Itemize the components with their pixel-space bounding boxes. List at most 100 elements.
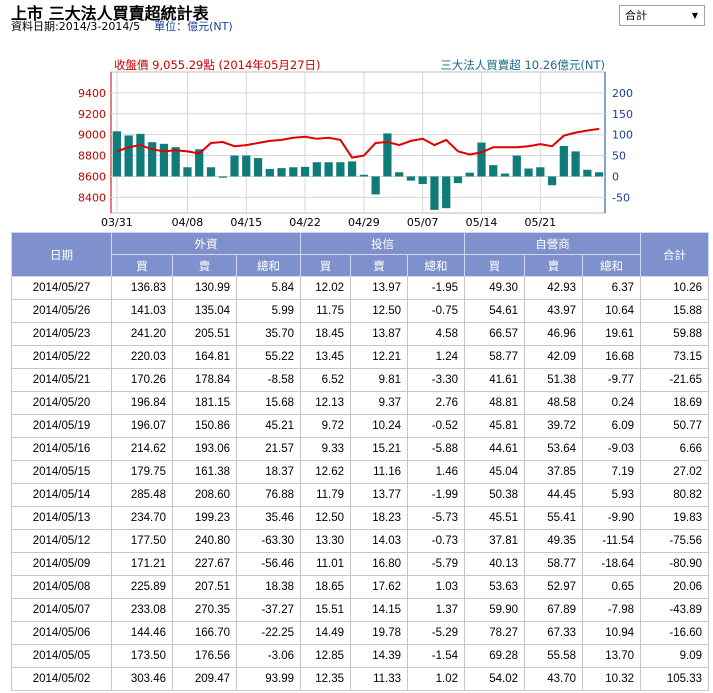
row-value: 199.23 — [172, 506, 237, 530]
col-foreign-buy: 買 — [111, 254, 173, 277]
net-bar — [418, 176, 427, 184]
row-value: -1.99 — [407, 483, 465, 507]
row-value: 13.30 — [300, 529, 351, 553]
y-left-tick-label: 9200 — [78, 108, 106, 121]
row-value: 12.35 — [300, 667, 351, 691]
row-value: 0.65 — [581, 575, 642, 599]
net-bar — [242, 155, 251, 177]
net-bar — [183, 167, 192, 177]
row-value: 207.51 — [172, 575, 237, 599]
price-line — [116, 127, 600, 159]
market-select[interactable]: 合計 ▼ — [619, 5, 705, 26]
row-date: 2014/05/07 — [11, 598, 112, 622]
row-value: 27.02 — [640, 460, 710, 484]
row-value: 181.15 — [172, 391, 237, 415]
unit-label: 單位：億元(NT) — [154, 20, 233, 33]
row-value: -9.03 — [581, 437, 642, 461]
y-left-tick-label: 8800 — [78, 150, 106, 163]
net-bar — [312, 162, 321, 177]
row-value: 35.46 — [236, 506, 301, 530]
row-value: 10.94 — [581, 621, 642, 645]
col-date: 日期 — [11, 232, 112, 277]
net-bar — [383, 133, 392, 177]
row-value: 1.02 — [407, 667, 465, 691]
row-value: 9.37 — [350, 391, 408, 415]
row-value: 179.75 — [111, 460, 173, 484]
net-bar — [324, 162, 333, 177]
row-value: 93.99 — [236, 667, 301, 691]
row-value: 17.62 — [350, 575, 408, 599]
row-value: 234.70 — [111, 506, 173, 530]
row-value: 9.09 — [640, 644, 710, 668]
row-value: 18.45 — [300, 322, 351, 346]
net-bar — [430, 176, 439, 210]
net-bar — [477, 142, 486, 177]
market-select-value: 合計 — [625, 9, 647, 22]
row-value: -1.54 — [407, 644, 465, 668]
row-value: 80.82 — [640, 483, 710, 507]
row-date: 2014/05/14 — [11, 483, 112, 507]
row-value: 196.84 — [111, 391, 173, 415]
row-value: 19.61 — [581, 322, 642, 346]
col-trust-buy: 買 — [300, 254, 351, 277]
net-bar — [395, 172, 404, 177]
col-trust-net: 總和 — [407, 254, 465, 277]
row-value: 45.21 — [236, 414, 301, 438]
table-row: 2014/05/14 285.48 208.60 76.88 11.79 13.77 -1.… — [11, 483, 710, 507]
row-value: 46.96 — [524, 322, 583, 346]
row-value: 37.81 — [464, 529, 525, 553]
y-right-tick-label: 150 — [612, 108, 633, 121]
net-bar — [112, 131, 121, 177]
net-bar — [559, 145, 568, 177]
table-row: 2014/05/21 170.26 178.84 -8.58 6.52 9.81 -3.30… — [11, 368, 710, 392]
table-row: 2014/05/16 214.62 193.06 21.57 9.33 15.21 -5.8… — [11, 437, 710, 461]
row-value: -21.65 — [640, 368, 710, 392]
row-value: 44.61 — [464, 437, 525, 461]
row-value: 285.48 — [111, 483, 173, 507]
net-bar — [300, 166, 310, 177]
row-value: -75.56 — [640, 529, 710, 553]
row-value: 270.35 — [172, 598, 237, 622]
row-value: 2.76 — [407, 391, 465, 415]
col-dealer-buy: 買 — [464, 254, 525, 277]
row-value: 50.77 — [640, 414, 710, 438]
row-value: 170.26 — [111, 368, 173, 392]
row-value: 240.80 — [172, 529, 237, 553]
row-value: 10.32 — [581, 667, 642, 691]
row-value: 178.84 — [172, 368, 237, 392]
row-value: 1.37 — [407, 598, 465, 622]
row-value: 51.38 — [524, 368, 583, 392]
net-bar — [512, 155, 521, 177]
row-value: 6.66 — [640, 437, 710, 461]
row-value: 12.02 — [300, 276, 351, 300]
y-left-tick-label: 8400 — [78, 191, 106, 204]
row-value: 176.56 — [172, 644, 237, 668]
data-period: 資料日期:2014/3-2014/5 — [11, 20, 141, 33]
row-value: 42.09 — [524, 345, 583, 369]
row-value: -5.73 — [407, 506, 465, 530]
table-row: 2014/05/20 196.84 181.15 15.68 12.13 9.37 2.76… — [11, 391, 710, 415]
row-value: 21.57 — [236, 437, 301, 461]
row-value: -7.98 — [581, 598, 642, 622]
row-value: 44.45 — [524, 483, 583, 507]
row-value: 66.57 — [464, 322, 525, 346]
row-value: -63.30 — [236, 529, 301, 553]
net-bar — [289, 167, 298, 177]
row-value: 177.50 — [111, 529, 173, 553]
row-value: 76.88 — [236, 483, 301, 507]
row-value: 12.21 — [350, 345, 408, 369]
row-value: 6.52 — [300, 368, 351, 392]
row-value: 12.85 — [300, 644, 351, 668]
net-bar — [489, 165, 498, 177]
row-value: -56.46 — [236, 552, 301, 576]
row-value: 58.77 — [524, 552, 583, 576]
row-value: 67.89 — [524, 598, 583, 622]
row-date: 2014/05/23 — [11, 322, 112, 346]
row-value: 161.38 — [172, 460, 237, 484]
net-bar — [406, 176, 416, 181]
row-value: -9.90 — [581, 506, 642, 530]
row-value: 15.68 — [236, 391, 301, 415]
row-value: 18.65 — [300, 575, 351, 599]
row-value: 48.81 — [464, 391, 525, 415]
row-value: 214.62 — [111, 437, 173, 461]
